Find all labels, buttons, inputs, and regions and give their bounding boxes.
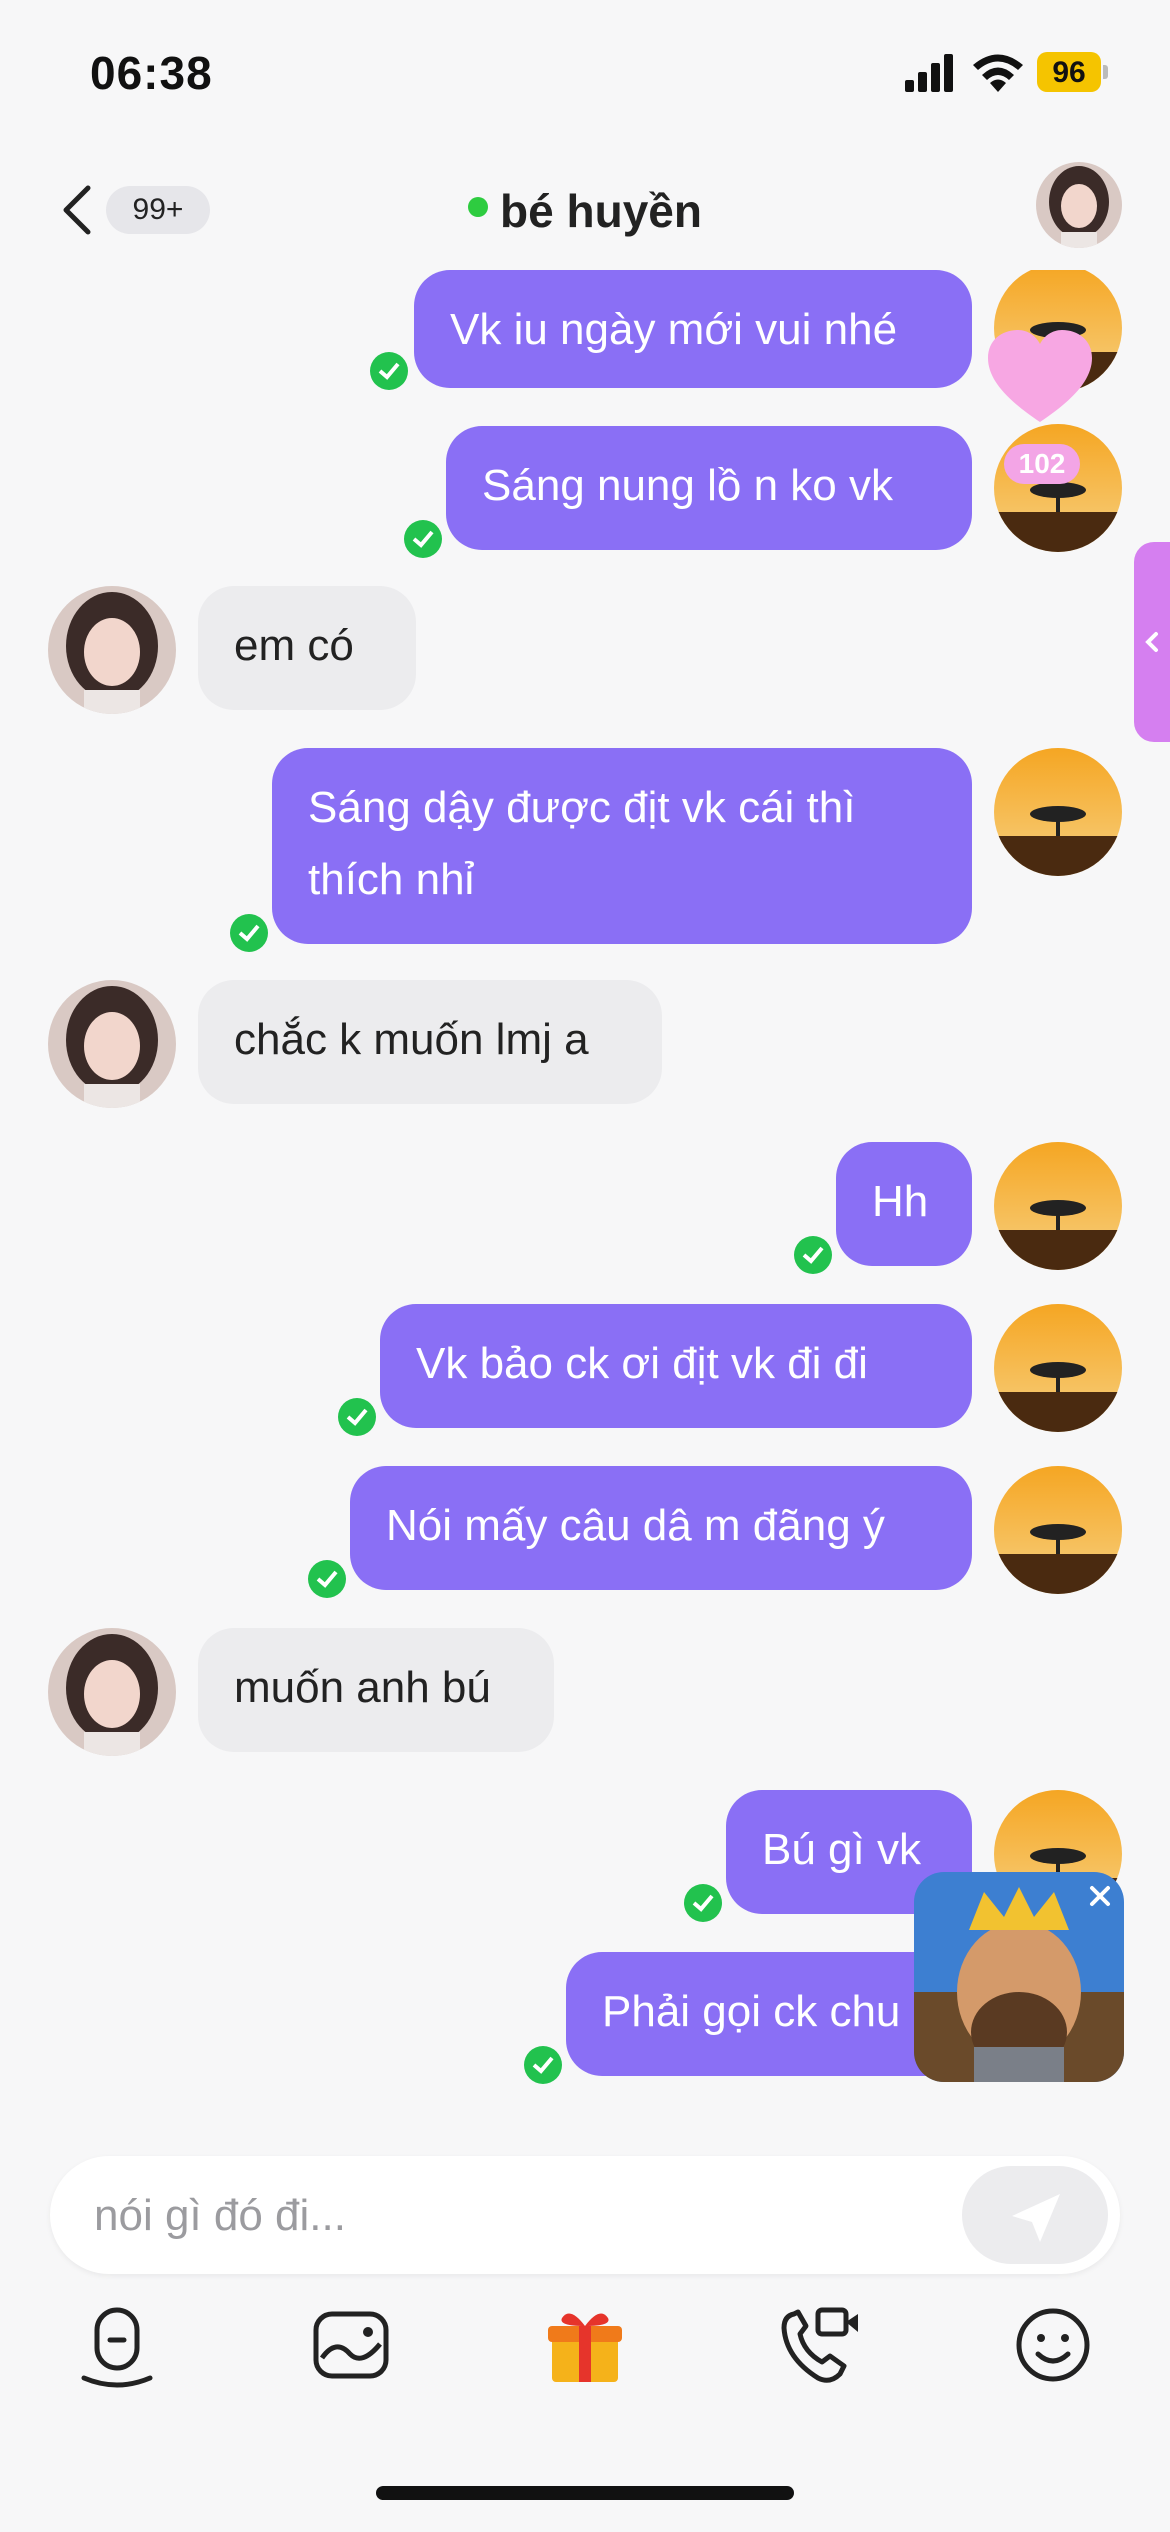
message-bubble-outgoing[interactable]: Phải gọi ck chu [566, 1952, 972, 2076]
chat-header: 99+ bé huyền [0, 150, 1170, 270]
status-bar: 06:38 96 [0, 0, 1170, 140]
my-avatar[interactable] [994, 1142, 1122, 1270]
sent-check-icon [230, 914, 268, 952]
message-row: Sáng dậy được địt vk cái thì thích nhỉ [0, 748, 1170, 952]
contact-avatar-small[interactable] [48, 980, 176, 1108]
message-row: Nói mấy câu dâ m đãng ý [0, 1466, 1170, 1598]
my-avatar[interactable] [994, 748, 1122, 876]
sent-check-icon [794, 1236, 832, 1274]
message-row: chắc k muốn lmj a [0, 980, 1170, 1110]
message-composer [50, 2156, 1120, 2274]
message-bubble-incoming[interactable]: muốn anh bú [198, 1628, 554, 1752]
voice-icon[interactable] [72, 2300, 162, 2390]
message-bubble-incoming[interactable]: em có [198, 586, 416, 710]
message-bubble-outgoing[interactable]: Vk bảo ck ơi địt vk đi đi [380, 1304, 972, 1428]
sent-check-icon [370, 352, 408, 390]
message-line: Sáng dậy được địt vk cái thì [308, 783, 856, 832]
message-bubble-incoming[interactable]: chắc k muốn lmj a [198, 980, 662, 1104]
close-icon[interactable] [1082, 1878, 1118, 1914]
message-row: Vk bảo ck ơi địt vk đi đi [0, 1304, 1170, 1436]
message-bubble-outgoing[interactable]: Vk iu ngày mới vui nhé [414, 270, 972, 388]
online-status-dot [468, 197, 489, 217]
gift-icon[interactable] [540, 2300, 630, 2390]
message-list[interactable]: Vk iu ngày mới vui nhé Sáng nung lồ n ko… [0, 270, 1170, 2110]
battery-indicator: 96 [1037, 52, 1109, 92]
send-icon [1012, 2194, 1060, 2242]
message-row: Hh [0, 1142, 1170, 1274]
battery-level: 96 [1052, 56, 1086, 89]
my-avatar[interactable] [994, 1466, 1122, 1594]
contact-avatar[interactable] [1036, 162, 1122, 248]
image-icon[interactable] [306, 2300, 396, 2390]
message-bubble-outgoing[interactable]: Nói mấy câu dâ m đãng ý [350, 1466, 972, 1590]
signal-icon [905, 54, 953, 92]
message-bubble-outgoing[interactable]: Sáng dậy được địt vk cái thì thích nhỉ [272, 748, 972, 944]
wifi-icon [973, 54, 1023, 92]
status-time: 06:38 [90, 47, 213, 99]
sent-check-icon [684, 1884, 722, 1922]
heart-icon[interactable] [984, 326, 1096, 426]
chevron-left-icon [1145, 632, 1158, 652]
bottom-toolbar [0, 2300, 1170, 2420]
message-input[interactable] [92, 2180, 956, 2252]
home-indicator [376, 2486, 794, 2500]
contact-avatar-small[interactable] [48, 1628, 176, 1756]
emoji-icon[interactable] [1008, 2300, 1098, 2390]
sent-check-icon [404, 520, 442, 558]
heart-count-badge: 102 [1004, 444, 1080, 484]
my-avatar[interactable] [994, 1304, 1122, 1432]
send-button[interactable] [962, 2166, 1108, 2264]
sent-check-icon [308, 1560, 346, 1598]
message-bubble-outgoing[interactable]: Hh [836, 1142, 972, 1266]
message-row: Sáng nung lồ n ko vk [0, 424, 1170, 558]
sent-check-icon [338, 1398, 376, 1436]
chat-title[interactable]: bé huyền [500, 185, 702, 237]
contact-avatar-small[interactable] [48, 586, 176, 714]
chat-title-wrap: bé huyền [0, 184, 1170, 238]
sent-check-icon [524, 2046, 562, 2084]
message-row: em có [0, 586, 1170, 716]
message-line: thích nhỉ [308, 855, 475, 904]
message-row: muốn anh bú [0, 1628, 1170, 1758]
message-bubble-outgoing[interactable]: Sáng nung lồ n ko vk [446, 426, 972, 550]
video-call-icon[interactable] [774, 2300, 864, 2390]
side-drawer-tab[interactable] [1134, 542, 1170, 742]
